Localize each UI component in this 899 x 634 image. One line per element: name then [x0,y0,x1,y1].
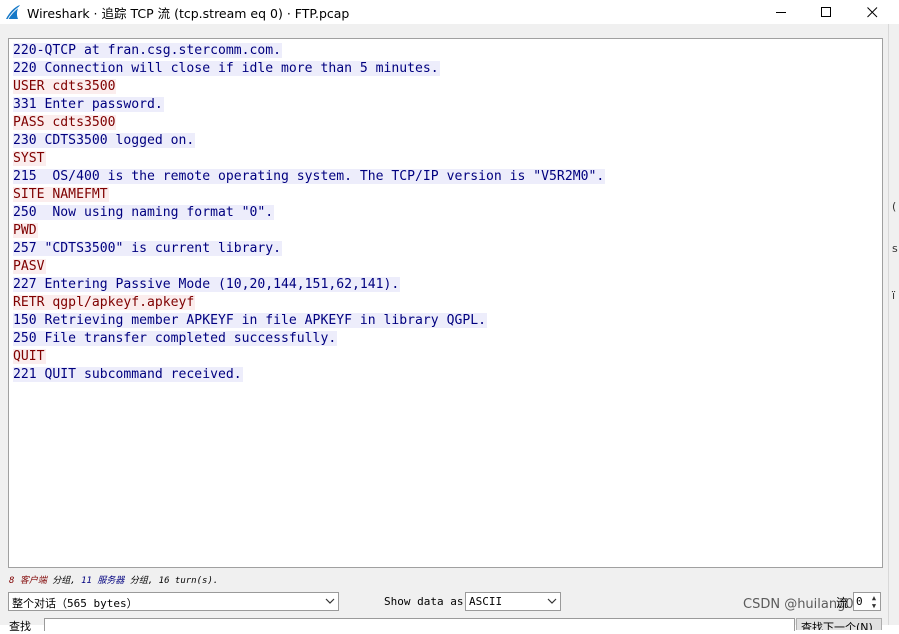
chevron-down-icon [547,598,557,604]
background-window-edge [888,24,899,625]
client-label: 客户端 [19,576,47,586]
stream-line-text: PASV [13,259,46,274]
stream-line-text: 250 Now using naming format "0". [13,205,275,220]
close-button[interactable] [849,0,895,24]
client-line: PASS cdts3500 [13,114,882,132]
server-line: 221 QUIT subcommand received. [13,366,882,384]
stream-line-text: 227 Entering Passive Mode (10,20,144,151… [13,277,401,292]
server-line: 257 "CDTS3500" is current library. [13,240,882,258]
find-next-button[interactable]: 查找下一个(N) [796,618,882,630]
show-data-as-label: Show data as [384,595,464,608]
server-line: 331 Enter password. [13,96,882,114]
stream-line-text: 150 Retrieving member APKEYF in file APK… [13,313,487,328]
title-bar: Wireshark · 追踪 TCP 流 (tcp.stream eq 0) ·… [0,0,899,24]
client-line: PASV [13,258,882,276]
stream-line-text: QUIT [13,349,46,364]
csdn-watermark: CSDN @huilang041 [743,597,871,612]
data-format-value: ASCII [469,595,503,608]
client-line: PWD [13,222,882,240]
wireshark-fin-icon [6,5,20,20]
server-line: 220-QTCP at fran.csg.stercomm.com. [13,42,882,60]
data-format-select[interactable]: ASCII [465,592,561,611]
window-title: Wireshark · 追踪 TCP 流 (tcp.stream eq 0) ·… [27,6,350,21]
client-line: SITE NAMEFMT [13,186,882,204]
edge-char-2: s [892,242,898,255]
stream-line-text: SYST [13,151,46,166]
stream-line-text: 230 CDTS3500 logged on. [13,133,196,148]
stream-line-text: 331 Enter password. [13,97,164,112]
maximize-button[interactable] [803,0,849,24]
turn-count: 16 turn(s). [158,576,219,586]
maximize-icon [820,6,831,17]
stream-line-text: 220 Connection will close if idle more t… [13,61,440,76]
server-line: 227 Entering Passive Mode (10,20,144,151… [13,276,882,294]
edge-char-1: ( [892,200,897,213]
conversation-select[interactable]: 整个对话（565 bytes） [8,592,339,611]
stream-text-pane[interactable]: 220-QTCP at fran.csg.stercomm.com. 220 Co… [8,38,883,568]
conversation-select-value: 整个对话（565 bytes） [12,597,138,610]
stream-content: 220-QTCP at fran.csg.stercomm.com. 220 Co… [9,39,882,384]
client-line: USER cdts3500 [13,78,882,96]
stream-line-text: 220-QTCP at fran.csg.stercomm.com. [13,43,283,58]
stream-number-label: 流 [836,596,849,610]
server-line: 230 CDTS3500 logged on. [13,132,882,150]
stream-line-text: 215 OS/400 is the remote operating syste… [13,169,606,184]
stream-line-text: 257 "CDTS3500" is current library. [13,241,283,256]
server-label: 服务器 [97,576,125,586]
close-icon [866,6,877,17]
server-line: 150 Retrieving member APKEYF in file APK… [13,312,882,330]
server-packet-count: 11 [81,576,92,586]
stream-line-text: USER cdts3500 [13,79,117,94]
stream-number-value: 0 [856,595,863,608]
client-line: QUIT [13,348,882,366]
stream-number-spinbox[interactable]: 0 ▲ ▼ [853,592,881,611]
stream-line-text: 221 QUIT subcommand received. [13,367,243,382]
find-label: 查找 [9,620,31,633]
client-suffix: 分组, [52,576,76,586]
stream-line-text: PWD [13,223,38,238]
stream-line-text: SITE NAMEFMT [13,187,109,202]
edge-char-3: ï [892,289,896,302]
client-line: SYST [13,150,882,168]
server-line: 215 OS/400 is the remote operating syste… [13,168,882,186]
server-line: 220 Connection will close if idle more t… [13,60,882,78]
stream-line-text: 250 File transfer completed successfully… [13,331,338,346]
chevron-down-icon [325,598,335,604]
spin-arrows-icon[interactable]: ▲ ▼ [869,594,879,610]
stream-line-text: RETR qgpl/apkeyf.apkeyf [13,295,196,310]
server-line: 250 File transfer completed successfully… [13,330,882,348]
stream-line-text: PASS cdts3500 [13,115,117,130]
server-line: 250 Now using naming format "0". [13,204,882,222]
server-suffix: 分组, [129,576,154,586]
client-packet-count: 8 [9,576,15,586]
minimize-icon [775,11,786,13]
minimize-button[interactable] [758,0,804,24]
packet-stats: 8 客户端 分组, 11 服务器 分组, 16 turn(s). [9,573,218,586]
client-line: RETR qgpl/apkeyf.apkeyf [13,294,882,312]
